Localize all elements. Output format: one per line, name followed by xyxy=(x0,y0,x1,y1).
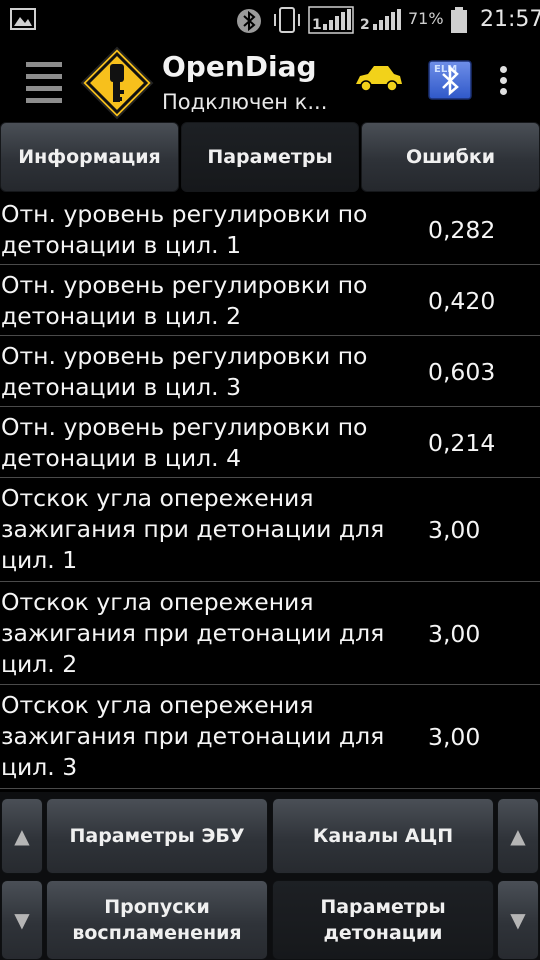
bluetooth-connect-button[interactable]: ELM xyxy=(428,60,472,104)
tab-info-label: Информация xyxy=(18,146,161,168)
parameter-value: 0,214 xyxy=(428,429,496,457)
app-title: OpenDiag xyxy=(162,50,317,83)
elm-label: ELM xyxy=(434,64,457,75)
tab-bar: Информация Параметры Ошибки xyxy=(0,122,540,194)
sim2-label: 2 xyxy=(360,17,370,33)
vibrate-icon xyxy=(272,6,302,38)
signal-sim2-icon: 2 xyxy=(358,6,404,38)
parameter-name: Отскок угла опережения зажигания при дет… xyxy=(1,484,385,574)
tab-info[interactable]: Информация xyxy=(0,122,179,192)
scroll-down-button-right[interactable]: ▼ xyxy=(497,880,539,960)
menu-icon[interactable] xyxy=(26,62,62,103)
clock: 21:57 xyxy=(480,7,540,32)
group-label: Параметры ЭБУ xyxy=(69,825,245,847)
parameter-list[interactable]: Отн. уровень регулировки по детонации в … xyxy=(0,194,540,789)
parameter-name: Отн. уровень регулировки по детонации в … xyxy=(1,271,368,330)
arrow-down-icon: ▼ xyxy=(510,908,526,932)
tab-errors[interactable]: Ошибки xyxy=(361,122,540,192)
list-item[interactable]: Отн. уровень регулировки по детонации в … xyxy=(0,407,540,478)
group-label: Параметры детонации xyxy=(320,896,446,944)
list-item[interactable]: Отн. уровень регулировки по детонации в … xyxy=(0,265,540,336)
parameter-value: 0,282 xyxy=(428,216,496,244)
parameter-name: Отн. уровень регулировки по детонации в … xyxy=(1,342,368,401)
parameter-name: Отскок угла опережения зажигания при дет… xyxy=(1,588,385,678)
parameter-group-panel: ▲ Параметры ЭБУ Каналы АЦП ▲ ▼ Пропуски … xyxy=(0,792,540,960)
key-warning-sign-icon xyxy=(80,46,154,124)
scroll-up-button[interactable]: ▲ xyxy=(1,798,43,874)
list-item[interactable]: Отскок угла опережения зажигания при дет… xyxy=(0,685,540,789)
group-misfires-button[interactable]: Пропуски воспламенения xyxy=(46,880,268,960)
parameter-value: 3,00 xyxy=(428,516,481,544)
group-label: Пропуски воспламенения xyxy=(72,896,242,944)
battery-icon xyxy=(450,6,468,38)
tab-parameters[interactable]: Параметры xyxy=(181,122,359,192)
group-knock-parameters-button[interactable]: Параметры детонации xyxy=(272,880,494,960)
bluetooth-icon xyxy=(236,8,262,38)
sim1-label: 1 xyxy=(312,17,322,33)
parameter-name: Отскок угла опережения зажигания при дет… xyxy=(1,691,385,781)
group-ecu-parameters-button[interactable]: Параметры ЭБУ xyxy=(46,798,268,874)
signal-sim1-icon: 1 xyxy=(308,6,354,38)
status-bar: 1 2 71% 21:57 xyxy=(0,0,540,40)
parameter-name: Отн. уровень регулировки по детонации в … xyxy=(1,413,368,472)
scroll-down-button[interactable]: ▼ xyxy=(1,880,43,960)
tab-parameters-label: Параметры xyxy=(207,146,333,168)
arrow-up-icon: ▲ xyxy=(14,824,30,848)
arrow-up-icon: ▲ xyxy=(510,824,526,848)
parameter-value: 0,420 xyxy=(428,287,496,315)
battery-percent: 71% xyxy=(408,9,444,28)
connection-status: Подключен к... xyxy=(162,90,328,114)
overflow-menu-icon[interactable] xyxy=(496,66,510,100)
tab-errors-label: Ошибки xyxy=(405,146,496,168)
group-label: Каналы АЦП xyxy=(312,825,454,847)
list-item[interactable]: Отскок угла опережения зажигания при дет… xyxy=(0,582,540,685)
arrow-down-icon: ▼ xyxy=(14,908,30,932)
car-icon[interactable] xyxy=(352,64,404,98)
scroll-up-button-right[interactable]: ▲ xyxy=(497,798,539,874)
parameter-value: 3,00 xyxy=(428,620,481,648)
parameter-value: 0,603 xyxy=(428,358,496,386)
list-item[interactable]: Отскок угла опережения зажигания при дет… xyxy=(0,478,540,582)
parameter-value: 3,00 xyxy=(428,723,481,751)
action-bar: OpenDiag Подключен к... ELM xyxy=(0,40,540,122)
parameter-name: Отн. уровень регулировки по детонации в … xyxy=(1,200,368,259)
list-item[interactable]: Отн. уровень регулировки по детонации в … xyxy=(0,194,540,265)
list-item[interactable]: Отн. уровень регулировки по детонации в … xyxy=(0,336,540,407)
group-adc-channels-button[interactable]: Каналы АЦП xyxy=(272,798,494,874)
gallery-icon xyxy=(10,8,36,34)
